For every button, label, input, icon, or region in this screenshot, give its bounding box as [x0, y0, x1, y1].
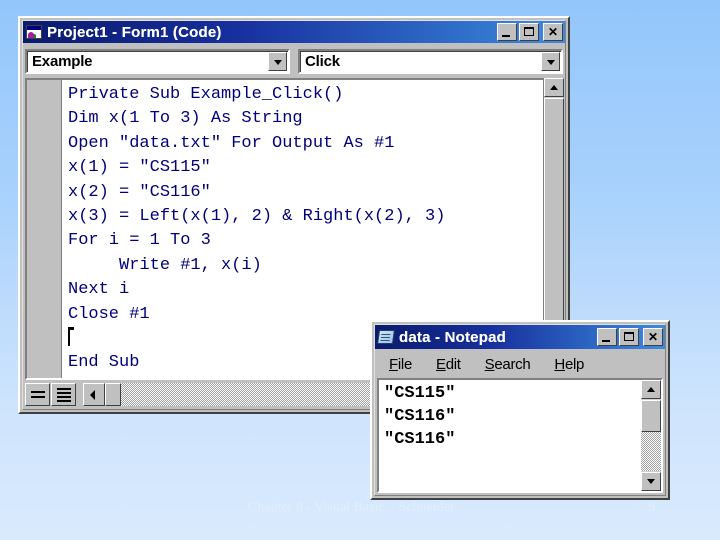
- slide-footer: Chapter 8 - Visual Basic Schneider 9: [0, 500, 720, 518]
- minimize-icon: [602, 340, 610, 342]
- notepad-line: "CS116": [384, 407, 456, 426]
- slide-canvas: Project1 - Form1 (Code) ✕ Example Click …: [0, 0, 720, 540]
- code-line: Private Sub Example_Click(): [68, 85, 344, 104]
- code-line: For i = 1 To 3: [68, 231, 211, 251]
- chevron-down-icon[interactable]: [541, 51, 560, 71]
- procedure-combobox[interactable]: Click: [298, 48, 563, 74]
- close-button[interactable]: ✕: [543, 23, 563, 41]
- notepad-vertical-scrollbar[interactable]: [641, 380, 661, 491]
- close-button[interactable]: ✕: [643, 328, 663, 346]
- text-caret: [68, 327, 74, 347]
- maximize-button[interactable]: [519, 23, 539, 41]
- menu-rest: ile: [397, 355, 412, 373]
- scroll-left-button[interactable]: [83, 382, 105, 406]
- footer-caption: Chapter 8 - Visual Basic Schneider: [248, 500, 455, 515]
- margin-indicator-bar: [27, 80, 62, 378]
- menu-accel: S: [484, 355, 495, 373]
- minimize-button[interactable]: [497, 23, 517, 41]
- scrollbar-thumb[interactable]: [641, 400, 661, 432]
- scroll-down-button[interactable]: [641, 472, 661, 491]
- caret-down-icon: [647, 479, 655, 484]
- object-combobox[interactable]: Example: [25, 48, 290, 74]
- close-icon: ✕: [647, 330, 659, 344]
- procedure-view-button[interactable]: [25, 382, 50, 406]
- menu-accel: H: [554, 355, 565, 373]
- scrollbar-track[interactable]: [641, 432, 661, 471]
- full-module-view-icon-line: [57, 387, 71, 390]
- notepad-icon: [377, 330, 395, 344]
- vb-window-title: Project1 - Form1 (Code): [47, 23, 222, 41]
- hscrollbar-thumb[interactable]: [105, 382, 121, 406]
- menu-rest: earch: [494, 355, 531, 373]
- vb-combo-row: Example Click: [25, 46, 563, 76]
- close-icon: ✕: [547, 25, 559, 39]
- scroll-up-button[interactable]: [641, 380, 661, 399]
- visual-basic-icon: [26, 25, 42, 39]
- minimize-button[interactable]: [597, 328, 617, 346]
- notepad-text-content[interactable]: "CS115" "CS116" "CS116": [379, 380, 661, 451]
- minimize-icon: [502, 35, 510, 37]
- caret-up-icon: [550, 85, 558, 90]
- notepad-window-controls[interactable]: ✕: [597, 328, 663, 346]
- code-line: Open "data.txt" For Output As #1: [68, 133, 395, 153]
- code-line: x(2) = "CS116": [68, 182, 211, 202]
- notepad-menubar[interactable]: File Edit Search Help: [377, 352, 663, 377]
- chevron-down-icon[interactable]: [268, 51, 287, 71]
- full-module-view-icon-line: [57, 391, 71, 394]
- caret-up-icon: [647, 387, 655, 392]
- procedure-view-icon-line: [31, 390, 45, 393]
- notepad-titlebar[interactable]: data - Notepad ✕: [375, 325, 665, 349]
- menu-item-search[interactable]: Search: [473, 356, 543, 373]
- notepad-text-area[interactable]: "CS115" "CS116" "CS116": [377, 378, 663, 493]
- caret-left-icon: [90, 389, 95, 400]
- menu-rest: elp: [564, 355, 585, 373]
- notepad-line: "CS115": [384, 384, 456, 403]
- full-module-view-button[interactable]: [51, 382, 76, 406]
- notepad-line: "CS116": [384, 430, 456, 449]
- notepad-window-title: data - Notepad: [399, 328, 506, 346]
- code-line: x(1) = "CS115": [68, 158, 211, 178]
- notepad-window[interactable]: data - Notepad ✕ File Edit Search Help "…: [370, 320, 670, 500]
- full-module-view-icon-line: [57, 395, 71, 398]
- full-module-view-icon-line: [57, 399, 71, 402]
- menu-accel: E: [435, 355, 446, 373]
- menu-rest: dit: [445, 355, 461, 373]
- code-line: x(3) = Left(x(1), 2) & Right(x(2), 3): [68, 207, 446, 227]
- menu-item-help[interactable]: Help: [542, 356, 596, 373]
- maximize-button[interactable]: [619, 328, 639, 346]
- vb-titlebar[interactable]: Project1 - Form1 (Code) ✕: [23, 21, 565, 43]
- page-number: 9: [648, 500, 655, 515]
- code-line: Write #1, x(i): [68, 255, 262, 275]
- menu-item-file[interactable]: File: [377, 356, 424, 373]
- menu-item-edit[interactable]: Edit: [424, 356, 473, 373]
- object-combobox-value: Example: [32, 52, 93, 70]
- maximize-icon: [524, 27, 534, 36]
- code-line: Next i: [68, 280, 130, 300]
- maximize-icon: [624, 332, 634, 341]
- code-line: Dim x(1 To 3) As String: [68, 109, 303, 129]
- procedure-combobox-value: Click: [305, 52, 340, 70]
- scroll-up-button[interactable]: [544, 78, 564, 97]
- menu-accel: F: [389, 355, 398, 373]
- procedure-view-icon-line: [31, 395, 45, 398]
- vb-window-controls[interactable]: ✕: [497, 23, 563, 41]
